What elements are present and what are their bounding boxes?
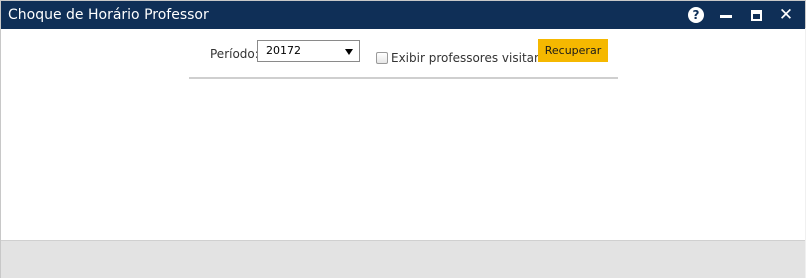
periodo-label: Período: — [210, 47, 259, 61]
dialog-footer — [1, 240, 805, 278]
help-button[interactable]: ? — [687, 6, 705, 24]
visiting-professors-option[interactable]: Exibir professores visitantes — [376, 51, 560, 65]
dropdown-arrow-icon — [345, 49, 353, 55]
window-controls: ? ✕ — [687, 6, 795, 24]
dialog-window: Choque de Horário Professor ? ✕ Período:… — [0, 0, 806, 278]
filter-toolbar: Período: 20172 Exibir professores visita… — [189, 39, 618, 79]
close-icon: ✕ — [778, 5, 794, 25]
periodo-select[interactable]: 20172 — [257, 40, 360, 62]
question-circle-icon: ? — [688, 7, 704, 23]
minimize-icon — [720, 14, 732, 18]
maximize-icon — [750, 9, 762, 21]
recuperar-button[interactable]: Recuperar — [538, 39, 608, 62]
minimize-button[interactable] — [717, 6, 735, 24]
window-title: Choque de Horário Professor — [8, 7, 209, 23]
close-button[interactable]: ✕ — [777, 6, 795, 24]
maximize-button[interactable] — [747, 6, 765, 24]
periodo-select-value: 20172 — [266, 44, 301, 57]
visiting-professors-label[interactable]: Exibir professores visitantes — [391, 51, 560, 65]
title-bar[interactable]: Choque de Horário Professor ? ✕ — [1, 1, 805, 29]
visiting-professors-checkbox[interactable] — [376, 52, 388, 64]
